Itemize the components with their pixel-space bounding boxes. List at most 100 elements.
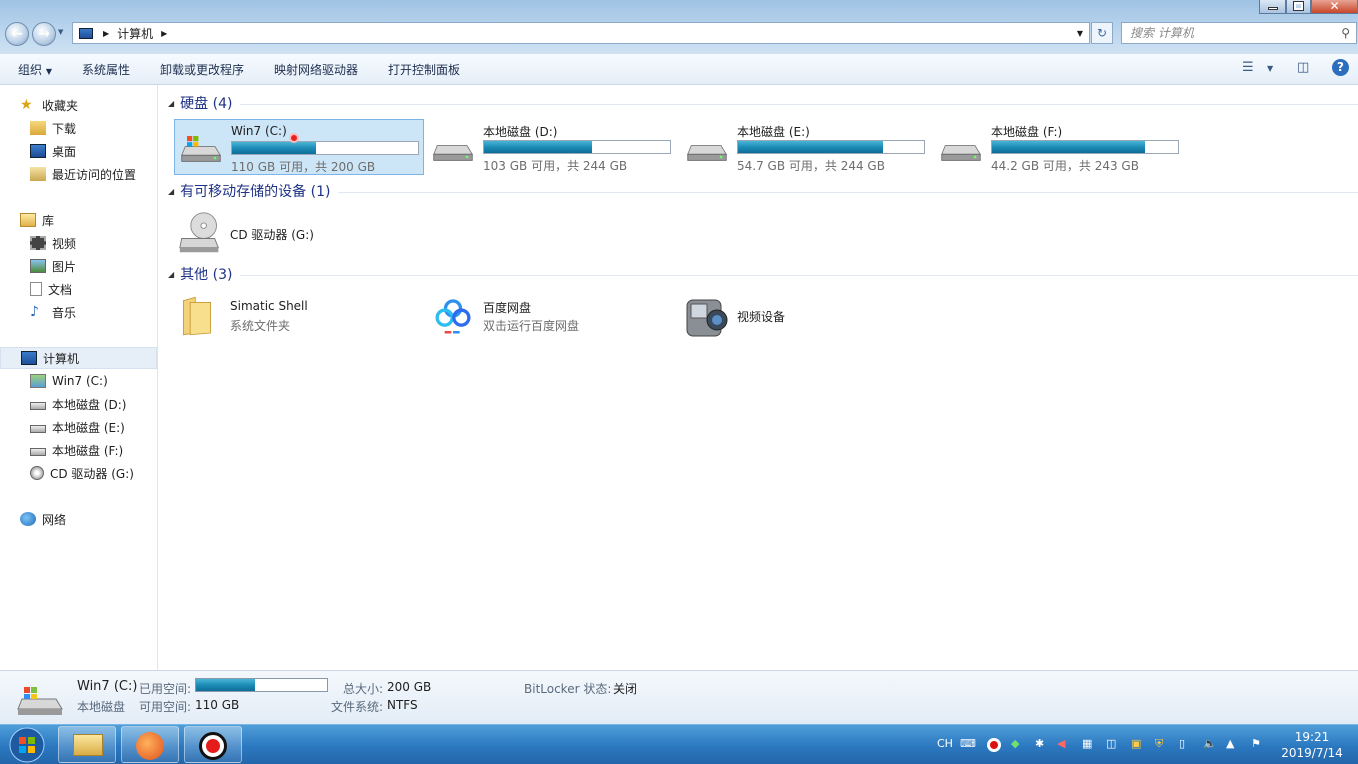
back-button[interactable]: ← — [5, 22, 29, 46]
sidebar-item-favorites[interactable]: ★ 收藏夹 — [0, 94, 157, 116]
security-tray-icon[interactable]: ◆ — [1011, 737, 1019, 750]
device-tray-icon[interactable]: ▯ — [1179, 737, 1185, 750]
sidebar-item-drive-g[interactable]: CD 驱动器 (G:) — [0, 462, 157, 484]
bluetooth-icon[interactable]: ✱ — [1035, 737, 1044, 750]
forward-button[interactable]: → — [32, 22, 56, 46]
minimize-icon — [1267, 7, 1278, 10]
recent-places-icon — [30, 167, 46, 181]
speaker-tray-icon[interactable]: ◀ — [1057, 737, 1065, 750]
sidebar-item-libraries[interactable]: 库 — [0, 209, 157, 231]
sidebar-item-desktop[interactable]: 桌面 — [0, 140, 157, 162]
collapse-triangle-icon[interactable]: ◢ — [168, 270, 174, 279]
selected-drive-name: Win7 (C:) — [77, 679, 138, 694]
breadcrumb-chevron-icon[interactable]: ▶ — [161, 29, 167, 38]
drive-name: 本地磁盘 (D:) — [483, 125, 558, 139]
chevron-down-icon: ▼ — [45, 66, 52, 76]
network-icon — [20, 512, 36, 526]
simatic-shell-tile[interactable]: Simatic Shell 系统文件夹 — [174, 288, 424, 344]
video-device-tile[interactable]: 视频设备 — [681, 288, 931, 344]
recent-pages-chevron-icon[interactable]: ▼ — [58, 28, 63, 36]
tool-tray-icon[interactable]: ◫ — [1106, 737, 1116, 750]
clock[interactable]: 19:21 2019/7/14 — [1277, 729, 1347, 761]
sidebar-item-drive-d[interactable]: 本地磁盘 (D:) — [0, 393, 157, 415]
folder-tray-icon[interactable]: ▣ — [1131, 737, 1141, 750]
sidebar-item-documents[interactable]: 文档 — [0, 278, 157, 300]
clock-time: 19:21 — [1294, 730, 1330, 744]
total-size-label: 总大小: — [343, 682, 384, 696]
drive-usage-fill — [232, 142, 316, 154]
sidebar-item-music[interactable]: ♪ 音乐 — [0, 301, 157, 323]
flag-icon[interactable]: ⚑ — [1251, 737, 1261, 750]
group-hard-disks[interactable]: ◢ 硬盘 (4) — [168, 94, 1358, 112]
app-logo-icon — [136, 732, 164, 760]
minimize-button[interactable] — [1259, 0, 1286, 14]
sidebar-item-drive-f[interactable]: 本地磁盘 (F:) — [0, 439, 157, 461]
sidebar-item-computer[interactable]: 计算机 — [0, 347, 157, 369]
baidu-netdisk-tile[interactable]: 百度网盘 双击运行百度网盘 — [427, 288, 677, 344]
app-tray-icon[interactable]: ▦ — [1082, 737, 1092, 750]
view-dropdown-icon[interactable]: ▼ — [1267, 64, 1273, 73]
close-button[interactable]: ✕ — [1311, 0, 1358, 14]
computer-icon — [79, 27, 93, 39]
sidebar-item-downloads[interactable]: 下载 — [0, 117, 157, 139]
sidebar-item-recent-places[interactable]: 最近访问的位置 — [0, 163, 157, 185]
group-other[interactable]: ◢ 其他 (3) — [168, 265, 1358, 283]
keyboard-icon[interactable]: ⌨ — [960, 737, 976, 750]
file-system-value: NTFS — [387, 698, 418, 712]
organize-menu[interactable]: 组织 ▼ — [18, 61, 52, 78]
sidebar-item-drive-e[interactable]: 本地磁盘 (E:) — [0, 416, 157, 438]
collapse-triangle-icon[interactable]: ◢ — [168, 187, 174, 196]
taskbar-explorer-button[interactable] — [58, 726, 116, 763]
desktop-icon — [30, 144, 46, 158]
used-space-fill — [196, 679, 255, 691]
drive-name: Win7 (C:) — [231, 124, 287, 138]
preview-pane-icon[interactable]: ◫ — [1297, 60, 1309, 75]
start-button[interactable] — [2, 726, 52, 764]
search-input[interactable]: 搜索 计算机 ⚲ — [1121, 22, 1357, 44]
cd-drive-tile[interactable]: CD 驱动器 (G:) — [174, 205, 424, 261]
file-system-label: 文件系统: — [331, 700, 384, 714]
group-removable-devices[interactable]: ◢ 有可移动存储的设备 (1) — [168, 182, 1358, 200]
drive-tile[interactable]: 本地磁盘 (D:) 103 GB 可用，共 244 GB — [427, 119, 677, 175]
system-properties-button[interactable]: 系统属性 — [82, 61, 130, 78]
maximize-button[interactable] — [1286, 0, 1311, 14]
help-icon[interactable]: ? — [1332, 59, 1349, 76]
uninstall-button[interactable]: 卸载或更改程序 — [160, 61, 244, 78]
windows-drive-icon — [181, 136, 222, 162]
breadcrumb-computer[interactable]: 计算机 — [117, 25, 153, 42]
drive-usage-bar — [991, 140, 1179, 154]
collapse-triangle-icon[interactable]: ◢ — [168, 99, 174, 108]
sidebar-item-pictures[interactable]: 图片 — [0, 255, 157, 277]
language-indicator[interactable]: CH — [937, 737, 953, 750]
taskbar-recorder-button[interactable] — [184, 726, 242, 763]
drive-free-space: 103 GB 可用，共 244 GB — [483, 159, 628, 173]
recorder-tray-icon[interactable] — [987, 738, 1001, 752]
drive-free-space: 44.2 GB 可用，共 243 GB — [991, 159, 1139, 173]
cd-drive-icon — [179, 212, 220, 253]
total-size-value: 200 GB — [387, 680, 432, 694]
view-options-icon[interactable]: ☰ — [1242, 60, 1254, 75]
address-bar[interactable]: ▶ 计算机 ▶ ▼ — [72, 22, 1090, 44]
drive-tile[interactable]: 本地磁盘 (E:) 54.7 GB 可用，共 244 GB — [681, 119, 931, 175]
address-dropdown-icon[interactable]: ▼ — [1077, 29, 1083, 38]
drive-tile[interactable]: Win7 (C:) 110 GB 可用，共 200 GB — [174, 119, 424, 175]
shield-icon[interactable]: ⛨ — [1155, 737, 1163, 751]
refresh-button[interactable]: ↻ — [1091, 22, 1113, 44]
windows-logo-icon — [9, 727, 45, 763]
sidebar-item-videos[interactable]: 视频 — [0, 232, 157, 254]
search-placeholder: 搜索 计算机 — [1130, 26, 1194, 40]
sidebar-item-network[interactable]: 网络 — [0, 508, 157, 530]
item-subtitle: 双击运行百度网盘 — [483, 319, 580, 333]
map-network-drive-button[interactable]: 映射网络驱动器 — [274, 61, 358, 78]
search-icon[interactable]: ⚲ — [1341, 23, 1350, 43]
documents-icon — [30, 282, 42, 296]
folder-icon — [73, 734, 103, 756]
content-pane: ◢ 硬盘 (4) Win7 (C:) 110 GB 可用，共 200 GB 本地磁盘 … — [159, 85, 1358, 670]
network-signal-icon[interactable]: ▲ — [1226, 737, 1234, 750]
volume-icon[interactable]: 🔈 — [1203, 737, 1217, 750]
taskbar-app-button[interactable] — [121, 726, 179, 763]
open-control-panel-button[interactable]: 打开控制面板 — [388, 61, 460, 78]
camcorder-icon — [686, 299, 728, 337]
sidebar-item-drive-c[interactable]: Win7 (C:) — [0, 370, 157, 392]
drive-tile[interactable]: 本地磁盘 (F:) 44.2 GB 可用，共 243 GB — [935, 119, 1185, 175]
